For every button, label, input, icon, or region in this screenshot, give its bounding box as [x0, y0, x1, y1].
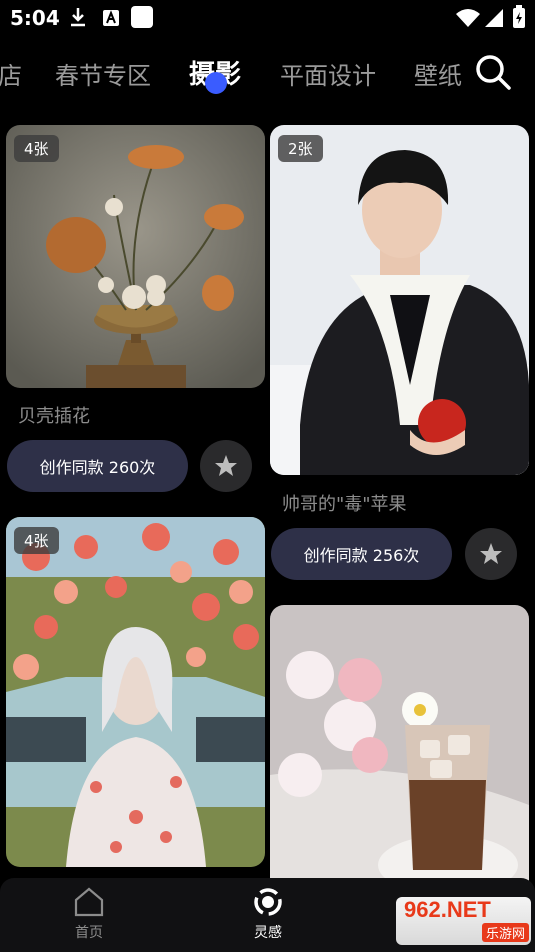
battery-icon [513, 5, 525, 28]
star-icon [480, 543, 502, 564]
card-image-poison-apple[interactable]: 2张 [270, 125, 529, 475]
nav-home[interactable]: 首页 [49, 886, 129, 942]
watermark-site-name: 乐游网 [482, 923, 530, 942]
boy-snow-image [270, 125, 529, 475]
active-tab-indicator [205, 72, 227, 94]
signal-icon [485, 9, 503, 27]
status-bar: 5:04 [0, 0, 535, 36]
create-same-button[interactable]: 创作同款 260次 [7, 440, 188, 492]
girl-roses-image [6, 517, 265, 867]
nav-inspiration-label: 灵感 [254, 925, 282, 941]
image-count-badge: 2张 [278, 135, 323, 162]
tab-spring-festival[interactable]: 春节专区 [55, 56, 151, 91]
iced-coffee-image [270, 605, 529, 892]
category-tabs: 店 春节专区 摄影 平面设计 壁纸 [0, 46, 535, 102]
nav-home-label: 首页 [75, 925, 103, 941]
card-title: 贝壳插花 [18, 406, 90, 427]
inspiration-icon [254, 888, 282, 916]
home-icon [74, 887, 104, 917]
card-image-rose-girl[interactable]: 4张 [6, 517, 265, 867]
star-icon [215, 455, 237, 476]
card-title: 帅哥的"毒"苹果 [282, 494, 407, 515]
watermark-domain: 962.NET [404, 897, 491, 922]
site-watermark-logo: 962.NET 乐游网 [396, 897, 531, 945]
image-count-badge: 4张 [14, 527, 59, 554]
status-time: 5:04 [10, 6, 60, 30]
search-icon[interactable] [474, 53, 512, 91]
wifi-icon [456, 9, 480, 27]
app-notification-icon [103, 10, 119, 26]
image-count-badge: 4张 [14, 135, 59, 162]
download-icon [71, 8, 85, 27]
tab-wallpaper[interactable]: 壁纸 [414, 56, 470, 91]
card-image-iced-coffee[interactable] [270, 605, 529, 892]
tab-graphic-design[interactable]: 平面设计 [280, 56, 376, 91]
favorite-button[interactable] [200, 440, 252, 492]
tab-store[interactable]: 店 [0, 56, 22, 91]
flower-vase-image [6, 125, 265, 388]
inspiration-feed: 4张 贝壳插花 创作同款 260次 2张 帅哥的"毒"苹果 创作同款 256次 [0, 122, 535, 892]
nav-inspiration[interactable]: 灵感 [228, 886, 308, 942]
create-same-button[interactable]: 创作同款 256次 [271, 528, 452, 580]
card-image-shell-flowers[interactable]: 4张 [6, 125, 265, 388]
notification-square-icon [131, 6, 153, 28]
favorite-button[interactable] [465, 528, 517, 580]
